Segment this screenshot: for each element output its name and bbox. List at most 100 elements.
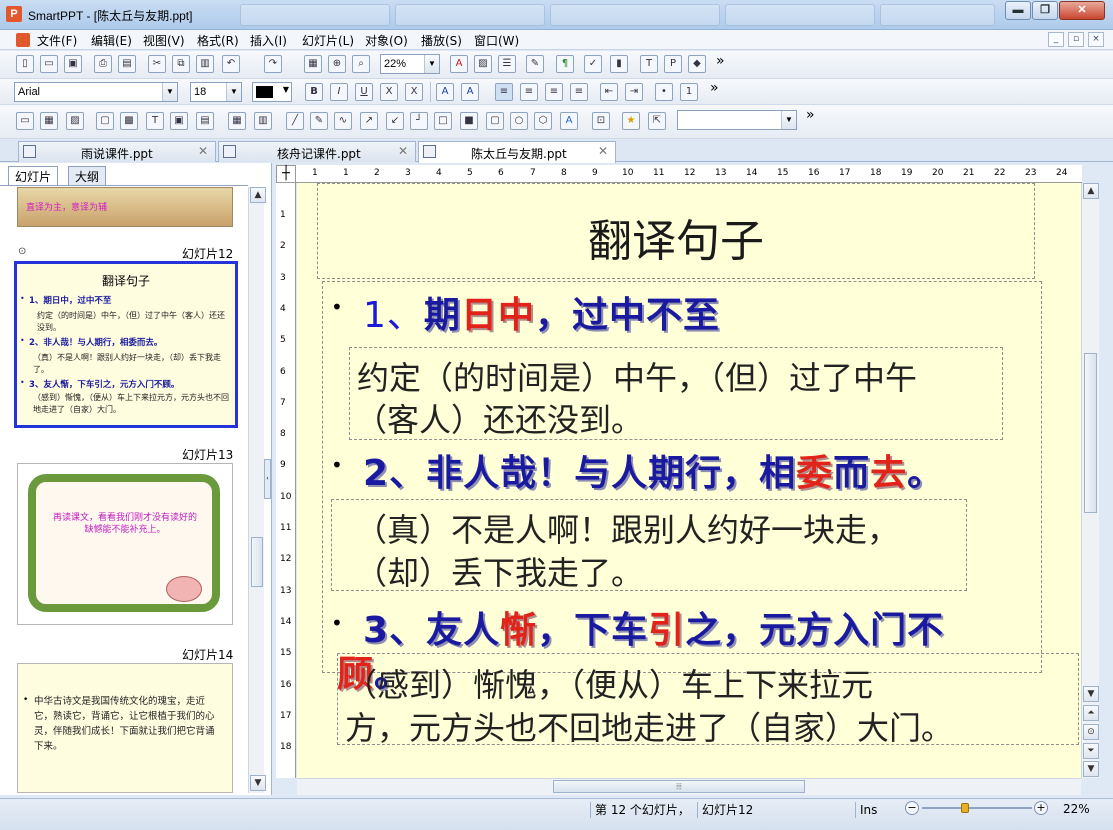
scroll-down-icon[interactable]: ▼ xyxy=(250,775,266,791)
restore-button[interactable]: ❐ xyxy=(1032,1,1058,20)
shrink-font-button[interactable]: A xyxy=(461,83,479,101)
tab-outline[interactable]: 大纲 xyxy=(68,166,107,186)
chevron-down-icon[interactable]: ▼ xyxy=(226,83,241,101)
grid-frame-icon[interactable]: ▦ xyxy=(40,112,58,130)
bold-button[interactable]: B xyxy=(305,83,323,101)
open-folder-icon[interactable]: ▭ xyxy=(40,55,58,73)
ruler-corner[interactable]: ┼ xyxy=(276,165,296,183)
doc-tab[interactable]: 核舟记课件.ppt ✕ xyxy=(218,141,416,162)
star-icon[interactable]: ★ xyxy=(622,112,640,130)
line-icon[interactable]: ╱ xyxy=(286,112,304,130)
bullet-list-icon[interactable]: • xyxy=(655,83,673,101)
table-frame-icon[interactable]: ▦ xyxy=(228,112,246,130)
tab-slides[interactable]: 幻灯片 xyxy=(8,166,59,186)
menu-item[interactable]: 播放(S) xyxy=(421,32,462,49)
doc-tab[interactable]: 雨说课件.ppt ✕ xyxy=(18,141,216,162)
decrease-indent-icon[interactable]: ⇤ xyxy=(600,83,618,101)
zoom-out-button[interactable]: − xyxy=(905,801,919,815)
menu-item[interactable]: 编辑(E) xyxy=(91,32,132,49)
close-tab-icon[interactable]: ✕ xyxy=(398,144,408,158)
mdi-minimize-button[interactable]: _ xyxy=(1048,32,1064,47)
ole-object-icon[interactable]: ▢ xyxy=(96,112,114,130)
slide-thumbnail[interactable]: 直译为主，意译为辅 xyxy=(17,187,233,227)
copy-icon[interactable]: ⧉ xyxy=(172,55,190,73)
doc-tab-active[interactable]: 陈太丘与友期.ppt ✕ xyxy=(418,141,616,163)
menu-item[interactable]: 幻灯片(L) xyxy=(302,32,354,49)
cut-icon[interactable]: ✂ xyxy=(148,55,166,73)
mdi-close-button[interactable]: × xyxy=(1088,32,1104,47)
slide-thumbnail-selected[interactable]: 翻译句子 1、期日中，过中不至 约定（的时间是）中午，（但）过了中午（客人）还还… xyxy=(14,261,238,428)
prev-slide-icon[interactable]: ⏶ xyxy=(1083,705,1099,721)
menu-item[interactable]: 窗口(W) xyxy=(474,32,519,49)
zoom-combo[interactable]: 22% ▼ xyxy=(380,54,440,74)
strikethrough-button[interactable]: X xyxy=(380,83,398,101)
font-size-combo[interactable]: 18 ▼ xyxy=(190,82,242,102)
page2-icon[interactable]: P xyxy=(664,55,682,73)
menu-item[interactable]: 文件(F) xyxy=(37,32,77,49)
font-name-combo[interactable]: Arial ▼ xyxy=(14,82,178,102)
slide-thumbnail[interactable]: 再读课文，看看我们刚才没有读好的缺憾能不能补充上。 xyxy=(17,463,233,625)
scrollbar-thumb[interactable]: ⦙⦙⦙ xyxy=(553,780,805,793)
frame-icon[interactable]: ▭ xyxy=(16,112,34,130)
justify-icon[interactable]: ≡ xyxy=(570,83,588,101)
align-center-icon[interactable]: ≡ xyxy=(520,83,538,101)
zoom-icon[interactable]: ⊕ xyxy=(328,55,346,73)
toolbar-overflow-button[interactable]: » xyxy=(716,53,725,69)
thumbs-scrollbar[interactable]: ▲ ▼ xyxy=(248,187,266,793)
canvas-horizontal-scrollbar[interactable]: ⦙⦙⦙ xyxy=(297,778,1081,795)
close-tab-icon[interactable]: ✕ xyxy=(198,144,208,158)
brush-icon[interactable]: ✎ xyxy=(526,55,544,73)
slide-canvas[interactable]: 翻译句子 • 1、期日中，过中不至 约定（的时间是）中午，（但）过了中午 （客人… xyxy=(297,183,1081,778)
print-icon[interactable]: ⎙ xyxy=(94,55,112,73)
chevron-down-icon[interactable]: ▼ xyxy=(283,85,289,94)
page-icon[interactable]: T xyxy=(640,55,658,73)
chevron-down-icon[interactable]: ▼ xyxy=(162,83,177,101)
crop-icon[interactable]: ⊡ xyxy=(592,112,610,130)
image-frame-icon[interactable]: ▤ xyxy=(196,112,214,130)
pdf-icon[interactable]: ▤ xyxy=(118,55,136,73)
zoom-in-button[interactable]: + xyxy=(1034,801,1048,815)
filled-rectangle-icon[interactable]: ■ xyxy=(460,112,478,130)
style-combo[interactable]: ▼ xyxy=(677,110,797,130)
canvas-vertical-scrollbar[interactable]: ▲ ▼ ⏶ ⊙ ⏷ ▼ xyxy=(1081,183,1099,778)
clear-format-button[interactable]: X xyxy=(405,83,423,101)
mdi-restore-button[interactable]: ▫ xyxy=(1068,32,1084,47)
wordart-icon[interactable]: A xyxy=(560,112,578,130)
arrow-icon[interactable]: ↗ xyxy=(360,112,378,130)
align-left-icon[interactable]: ≡ xyxy=(495,83,513,101)
slide-thumbnail[interactable]: • 中华古诗文是我国传统文化的瑰宝，走近它，熟读它，背诵它，让它根植于我们的心灵… xyxy=(17,663,233,793)
find-icon[interactable]: ⌕ xyxy=(352,55,370,73)
slide-menu-icon[interactable]: ⊙ xyxy=(1083,724,1099,740)
numbered-list-icon[interactable]: 1 xyxy=(680,83,698,101)
zoom-slider-track[interactable] xyxy=(922,807,1032,809)
toolbar-overflow-button[interactable]: » xyxy=(806,107,815,123)
menu-item[interactable]: 插入(I) xyxy=(250,32,287,49)
scroll-up-icon[interactable]: ▲ xyxy=(1083,183,1099,199)
italic-button[interactable]: I xyxy=(330,83,348,101)
menu-item[interactable]: 视图(V) xyxy=(143,32,185,49)
save-icon[interactable]: ▣ xyxy=(64,55,82,73)
stats-icon[interactable]: ▮ xyxy=(610,55,628,73)
align-right-icon[interactable]: ≡ xyxy=(545,83,563,101)
table-icon[interactable]: ▦ xyxy=(304,55,322,73)
scrollbar-thumb[interactable] xyxy=(251,537,263,587)
paste-icon[interactable]: ▥ xyxy=(196,55,214,73)
rounded-rectangle-icon[interactable]: ▢ xyxy=(486,112,504,130)
ellipse-icon[interactable]: ○ xyxy=(510,112,528,130)
horizontal-ruler[interactable]: 1 1 2 3 4 5 6 7 8 9 10 11 12 13 14 15 16 17 18 19 20 21 22 23 24 xyxy=(296,165,1082,183)
rectangle-icon[interactable]: □ xyxy=(434,112,452,130)
pen-icon[interactable]: ✎ xyxy=(310,112,328,130)
scroll-up-icon[interactable]: ▲ xyxy=(250,187,266,203)
spell-icon[interactable]: ✓ xyxy=(584,55,602,73)
redo-icon[interactable]: ↷ xyxy=(264,55,282,73)
group-frame-icon[interactable]: ▣ xyxy=(170,112,188,130)
layout-frame-icon[interactable]: ▥ xyxy=(254,112,272,130)
undo-icon[interactable]: ↶ xyxy=(222,55,240,73)
scrollbar-thumb[interactable] xyxy=(1084,353,1097,513)
font-color-picker[interactable]: ▼ xyxy=(252,82,292,102)
toolbar-overflow-button[interactable]: » xyxy=(710,80,719,96)
underline-button[interactable]: U xyxy=(355,83,373,101)
curve-icon[interactable]: ∿ xyxy=(334,112,352,130)
list-icon[interactable]: ☰ xyxy=(498,55,516,73)
picture-frame-icon[interactable]: ▨ xyxy=(66,112,84,130)
